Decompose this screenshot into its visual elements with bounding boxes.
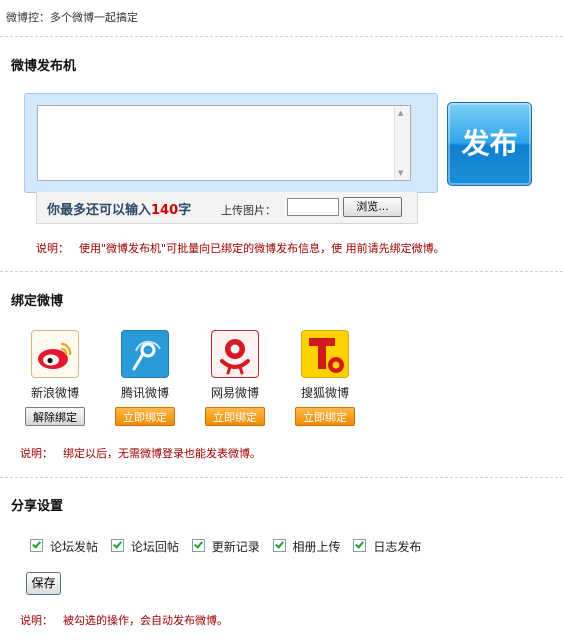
share-option-label: 论坛回帖 xyxy=(130,540,179,554)
char-counter: 你最多还可以输入140字 xyxy=(47,199,191,218)
platform-sohu: 搜狐微博 立即绑定 xyxy=(290,330,360,426)
share-option-label: 更新记录 xyxy=(211,540,260,554)
share-option-album-upload[interactable]: 相册上传 xyxy=(272,538,341,555)
weibo-text-input[interactable]: ▲ ▼ xyxy=(37,105,411,181)
share-option-label: 相册上传 xyxy=(292,540,341,554)
bind-sohu-button[interactable]: 立即绑定 xyxy=(295,407,355,426)
scroll-up-icon[interactable]: ▲ xyxy=(398,109,403,117)
share-option-label: 论坛发帖 xyxy=(50,540,99,554)
binding-section-title: 绑定微博 xyxy=(11,294,64,309)
divider xyxy=(0,36,563,37)
bind-netease-button[interactable]: 立即绑定 xyxy=(205,407,265,426)
save-button[interactable]: 保存 xyxy=(26,572,61,595)
bind-tencent-button[interactable]: 立即绑定 xyxy=(115,407,175,426)
netease-weibo-icon xyxy=(211,330,259,378)
sohu-weibo-icon xyxy=(301,330,349,378)
checkbox[interactable] xyxy=(353,539,367,552)
composer-panel: ▲ ▼ xyxy=(24,93,438,193)
binding-note-text: 绑定以后，无需微博登录也能发表微博。 xyxy=(63,447,261,460)
platform-name: 腾讯微博 xyxy=(120,386,169,400)
platform-name: 网易微博 xyxy=(210,386,259,400)
checkbox[interactable] xyxy=(110,539,124,552)
upload-file-field[interactable] xyxy=(287,198,339,216)
char-counter-value: 140 xyxy=(151,203,179,218)
scroll-down-icon[interactable]: ▼ xyxy=(398,169,403,177)
char-counter-prefix: 你最多还可以输入 xyxy=(47,203,152,218)
breadcrumb: 微博控：多个微博一起搞定 xyxy=(6,11,138,24)
binding-note: 说明： 绑定以后，无需微博登录也能发表微博。 xyxy=(20,445,261,461)
divider xyxy=(0,271,563,272)
platform-sina: 新浪微博 解除绑定 xyxy=(20,330,90,426)
binding-note-prefix: 说明： xyxy=(20,447,53,460)
divider xyxy=(0,477,563,478)
publish-button[interactable]: 发布 xyxy=(447,102,532,186)
browse-button[interactable]: 浏览... xyxy=(343,197,402,217)
share-option-label: 日志发布 xyxy=(373,540,422,554)
checkbox[interactable] xyxy=(191,539,205,552)
share-option-blog-post[interactable]: 日志发布 xyxy=(353,538,421,555)
share-option-forum-post[interactable]: 论坛发帖 xyxy=(30,538,98,555)
checkbox[interactable] xyxy=(30,539,43,552)
checkbox[interactable] xyxy=(272,539,286,552)
share-note-prefix: 说明： xyxy=(20,614,53,627)
composer-toolbar: 你最多还可以输入140字 上传图片： 浏览... xyxy=(36,192,418,224)
share-note: 说明： 被勾选的操作，会自动发布微博。 xyxy=(20,612,228,628)
composer-note-prefix: 说明： xyxy=(36,242,69,255)
composer-note: 说明： 使用"微博发布机"可批量向已绑定的微博发布信息，使 用前请先绑定微博。 xyxy=(36,240,445,256)
share-note-text: 被勾选的操作，会自动发布微博。 xyxy=(63,614,228,627)
char-counter-suffix: 字 xyxy=(178,203,192,218)
sina-weibo-icon xyxy=(31,330,79,378)
share-section-title: 分享设置 xyxy=(11,499,64,514)
platform-name: 搜狐微博 xyxy=(300,386,349,400)
tencent-weibo-icon xyxy=(121,330,169,378)
upload-image-label: 上传图片： xyxy=(221,204,276,217)
composer-section-title: 微博发布机 xyxy=(11,59,77,74)
share-options: 论坛发帖 论坛回帖 更新记录 相册上传 日志发布 xyxy=(30,538,430,555)
share-option-status-update[interactable]: 更新记录 xyxy=(191,538,260,555)
platform-tencent: 腾讯微博 立即绑定 xyxy=(110,330,180,426)
platform-name: 新浪微博 xyxy=(30,386,79,400)
composer-note-text: 使用"微博发布机"可批量向已绑定的微博发布信息，使 用前请先绑定微博。 xyxy=(79,242,445,255)
textarea-scrollbar[interactable]: ▲ ▼ xyxy=(394,106,410,180)
platform-netease: 网易微博 立即绑定 xyxy=(200,330,270,426)
unbind-sina-button[interactable]: 解除绑定 xyxy=(25,407,85,426)
share-option-forum-reply[interactable]: 论坛回帖 xyxy=(110,538,179,555)
